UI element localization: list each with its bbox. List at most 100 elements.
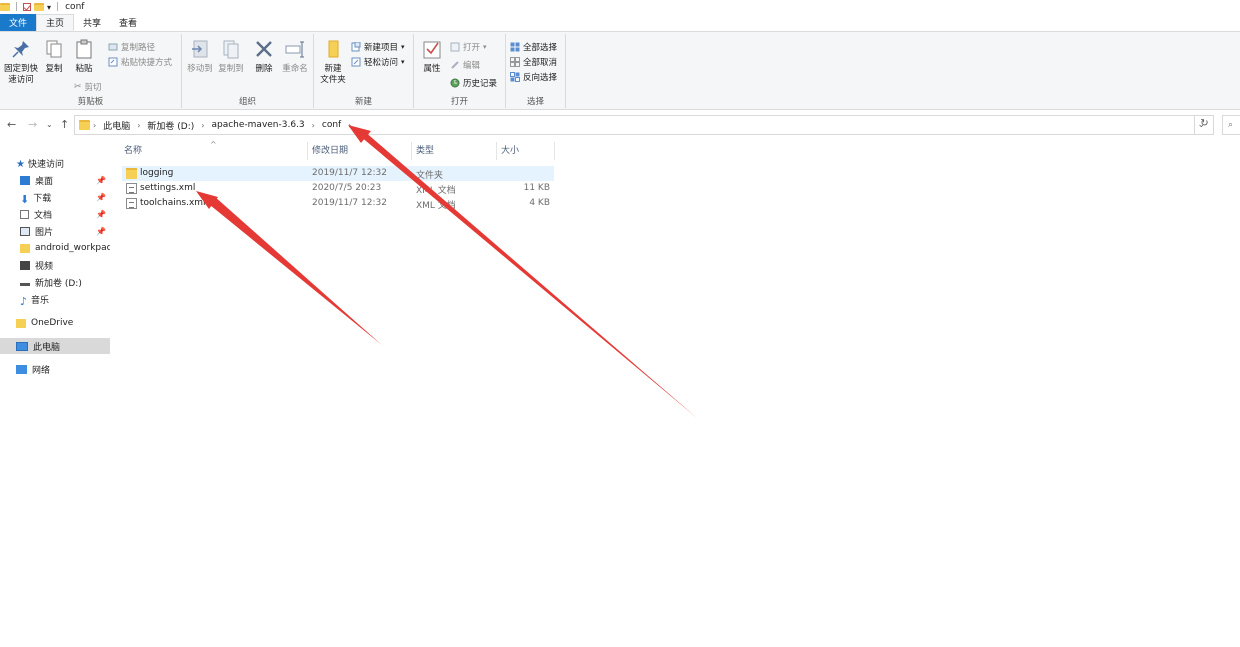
file-row[interactable]: settings.xml 2020/7/5 20:23 XML 文档 11 KB bbox=[122, 181, 554, 196]
address-bar[interactable]: › 此电脑 › 新加卷 (D:) › apache-maven-3.6.3 › … bbox=[74, 115, 1214, 135]
column-divider[interactable] bbox=[496, 142, 497, 160]
chevron-right-icon[interactable]: › bbox=[345, 121, 354, 130]
sidebar-item-this-pc[interactable]: 此电脑 bbox=[0, 338, 110, 354]
column-header-type[interactable]: 类型 bbox=[416, 143, 434, 161]
refresh-icon[interactable]: ↻ bbox=[1194, 115, 1214, 135]
rename-button[interactable]: 重命名 bbox=[280, 38, 310, 75]
file-date: 2019/11/7 12:32 bbox=[312, 198, 387, 208]
delete-button[interactable]: 删除 bbox=[252, 38, 276, 75]
pin-icon[interactable]: 📌 bbox=[96, 176, 106, 185]
select-all-button[interactable]: 全部选择 bbox=[510, 41, 557, 53]
file-row[interactable]: logging 2019/11/7 12:32 文件夹 bbox=[122, 166, 554, 181]
network-icon bbox=[16, 364, 27, 374]
clipboard-group-label: 剪贴板 bbox=[77, 97, 104, 107]
sidebar-item-android-workpace[interactable]: android_workpace bbox=[0, 240, 110, 256]
move-to-button[interactable]: 移动到 bbox=[185, 38, 215, 75]
properties-check-icon[interactable] bbox=[23, 3, 32, 11]
edit-icon bbox=[451, 61, 459, 69]
picture-icon bbox=[20, 226, 30, 236]
title-bar: | ▾ | conf bbox=[0, 0, 1240, 14]
search-input[interactable]: ⌕ bbox=[1222, 115, 1240, 135]
chevron-right-icon[interactable]: › bbox=[134, 121, 143, 130]
copy-path-icon bbox=[108, 43, 118, 51]
folder-icon bbox=[16, 318, 26, 328]
tab-file[interactable]: 文件 bbox=[0, 14, 37, 31]
copy-to-button[interactable]: 复制到 bbox=[216, 38, 246, 75]
chevron-right-icon[interactable]: › bbox=[198, 121, 207, 130]
navigation-pane: ★ 快速访问 桌面 📌 ⬇ 下载 📌 文档 📌 图片 📌 android_wor… bbox=[0, 150, 110, 647]
pin-icon[interactable]: 📌 bbox=[96, 193, 106, 202]
xml-file-icon bbox=[126, 183, 137, 194]
scissors-icon: ✂ bbox=[74, 82, 82, 92]
column-header-date[interactable]: 修改日期 bbox=[312, 143, 348, 161]
folder-icon bbox=[20, 243, 30, 253]
invert-selection-button[interactable]: 反向选择 bbox=[510, 71, 557, 83]
delete-x-icon bbox=[256, 41, 272, 57]
file-type: XML 文档 bbox=[416, 201, 456, 211]
sidebar-item-pictures[interactable]: 图片 📌 bbox=[0, 223, 110, 239]
cut-button[interactable]: ✂ 剪切 bbox=[74, 81, 102, 93]
sidebar-item-quick-access[interactable]: ★ 快速访问 bbox=[16, 155, 126, 171]
breadcrumb-conf[interactable]: conf bbox=[318, 120, 345, 130]
quick-access-toolbar: | ▾ | bbox=[0, 2, 61, 12]
forward-arrow-icon[interactable]: → bbox=[28, 118, 37, 131]
clipboard-group: 固定到快 速访问 复制 粘贴 复制路径 粘贴快捷方式 ✂ 剪切 剪贴板 bbox=[0, 34, 182, 108]
customize-toolbar-chevron-icon[interactable]: ▾ bbox=[47, 3, 51, 12]
edit-button[interactable]: 编辑 bbox=[450, 59, 480, 71]
open-group: 属性 打开 ▾ 编辑 历史记录 打开 bbox=[414, 34, 506, 108]
chevron-right-icon[interactable]: › bbox=[309, 121, 318, 130]
up-arrow-icon[interactable]: ↑ bbox=[60, 118, 69, 131]
history-button[interactable]: 历史记录 bbox=[450, 77, 497, 89]
open-button[interactable]: 打开 ▾ bbox=[450, 41, 487, 53]
file-name: toolchains.xml bbox=[140, 198, 206, 208]
sidebar-item-documents[interactable]: 文档 📌 bbox=[0, 206, 110, 222]
back-arrow-icon[interactable]: ← bbox=[7, 118, 16, 131]
xml-file-icon bbox=[126, 198, 137, 209]
new-folder-button[interactable]: 新建 文件夹 bbox=[318, 38, 348, 86]
column-header-size[interactable]: 大小 bbox=[501, 143, 519, 161]
select-none-button[interactable]: 全部取消 bbox=[510, 56, 557, 68]
paste-shortcut-icon bbox=[108, 57, 118, 67]
new-group: 新建 文件夹 新建项目 ▾ 轻松访问 ▾ 新建 bbox=[314, 34, 414, 108]
easy-access-button[interactable]: 轻松访问 ▾ bbox=[351, 56, 405, 68]
pin-icon[interactable]: 📌 bbox=[96, 210, 106, 219]
recent-locations-chevron-icon[interactable]: ⌄ bbox=[46, 120, 53, 129]
document-icon bbox=[20, 209, 29, 219]
file-type: XML 文档 bbox=[416, 186, 456, 196]
sidebar-item-music[interactable]: ♪ 音乐 bbox=[0, 291, 110, 308]
organize-group-label: 组织 bbox=[238, 97, 256, 107]
paste-shortcut-button[interactable]: 粘贴快捷方式 bbox=[108, 56, 172, 68]
new-folder-icon[interactable] bbox=[34, 3, 45, 11]
sidebar-item-drive-d[interactable]: 新加卷 (D:) bbox=[0, 274, 110, 290]
column-header-name[interactable]: 名称 bbox=[124, 143, 142, 161]
pin-icon[interactable]: 📌 bbox=[96, 227, 106, 236]
sidebar-item-videos[interactable]: 视频 bbox=[0, 257, 110, 273]
breadcrumb-maven[interactable]: apache-maven-3.6.3 bbox=[207, 120, 308, 130]
ribbon-tabs: 文件 主页 共享 查看 bbox=[0, 14, 1240, 32]
sidebar-item-onedrive[interactable]: OneDrive bbox=[0, 315, 110, 331]
music-icon: ♪ bbox=[20, 294, 28, 308]
file-row[interactable]: toolchains.xml 2019/11/7 12:32 XML 文档 4 … bbox=[122, 196, 554, 211]
tab-view[interactable]: 查看 bbox=[110, 14, 146, 31]
column-divider[interactable] bbox=[307, 142, 308, 160]
new-item-button[interactable]: 新建项目 ▾ bbox=[351, 41, 405, 53]
paste-button[interactable]: 粘贴 bbox=[72, 38, 96, 75]
copy-path-button[interactable]: 复制路径 bbox=[108, 41, 155, 53]
tab-share[interactable]: 共享 bbox=[74, 14, 110, 31]
pin-quick-access-button[interactable]: 固定到快 速访问 bbox=[3, 38, 39, 86]
sidebar-item-downloads[interactable]: ⬇ 下载 📌 bbox=[0, 189, 110, 206]
properties-button[interactable]: 属性 bbox=[419, 38, 445, 75]
file-name: settings.xml bbox=[140, 183, 196, 193]
column-divider[interactable] bbox=[411, 142, 412, 160]
star-icon: ★ bbox=[16, 158, 25, 170]
breadcrumb-this-pc[interactable]: 此电脑 bbox=[99, 119, 134, 132]
breadcrumb-drive-d[interactable]: 新加卷 (D:) bbox=[143, 119, 198, 132]
column-divider[interactable] bbox=[554, 142, 555, 160]
chevron-right-icon[interactable]: › bbox=[90, 121, 99, 130]
computer-icon bbox=[16, 341, 28, 351]
tab-home[interactable]: 主页 bbox=[36, 14, 75, 31]
dropdown-chevron-icon: ▾ bbox=[401, 58, 405, 66]
sidebar-item-desktop[interactable]: 桌面 📌 bbox=[0, 172, 110, 188]
sidebar-item-network[interactable]: 网络 bbox=[0, 361, 110, 377]
copy-button[interactable]: 复制 bbox=[42, 38, 66, 75]
